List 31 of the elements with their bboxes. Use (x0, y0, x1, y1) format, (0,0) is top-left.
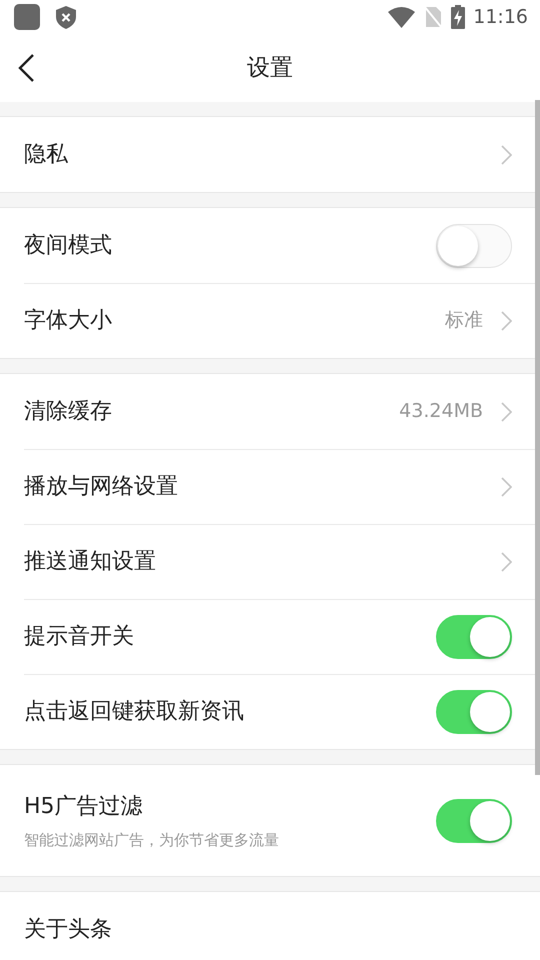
toggle-switch[interactable] (436, 798, 512, 842)
chevron-right-icon (501, 552, 512, 572)
toggle-switch[interactable] (436, 690, 512, 734)
chevron-right-icon (501, 402, 512, 422)
row-label: 清除缓存 (24, 398, 113, 426)
row-label: 隐私 (24, 141, 69, 169)
row-label: 点击返回键获取新资讯 (24, 698, 245, 726)
no-sim-icon (423, 5, 444, 29)
toggle-switch[interactable] (436, 224, 512, 268)
chevron-right-icon (501, 144, 512, 164)
chevron-right-icon (501, 476, 512, 496)
wifi-icon (388, 6, 416, 28)
clock-time: 11:16 (473, 4, 528, 30)
row-value: 43.24MB (399, 399, 483, 424)
back-icon (18, 54, 34, 82)
row-value: 标准 (445, 308, 483, 334)
battery-charging-icon (451, 5, 466, 29)
toggle-switch[interactable] (436, 614, 512, 658)
row-label: H5广告过滤 (24, 792, 144, 821)
chevron-right-icon (501, 310, 512, 330)
row-description: 智能过滤网站广告，为你节省更多流量 (24, 830, 280, 851)
shield-icon (56, 6, 76, 28)
page-title: 设置 (247, 54, 293, 83)
row-label: 推送通知设置 (24, 548, 157, 576)
back-button[interactable] (18, 54, 34, 82)
row-label: 提示音开关 (24, 623, 135, 651)
row-label: 播放与网络设置 (24, 473, 179, 501)
row-label: 关于头条 (24, 916, 113, 944)
app-icon (14, 4, 40, 30)
row-label: 夜间模式 (24, 232, 113, 260)
row-label: 字体大小 (24, 307, 113, 335)
